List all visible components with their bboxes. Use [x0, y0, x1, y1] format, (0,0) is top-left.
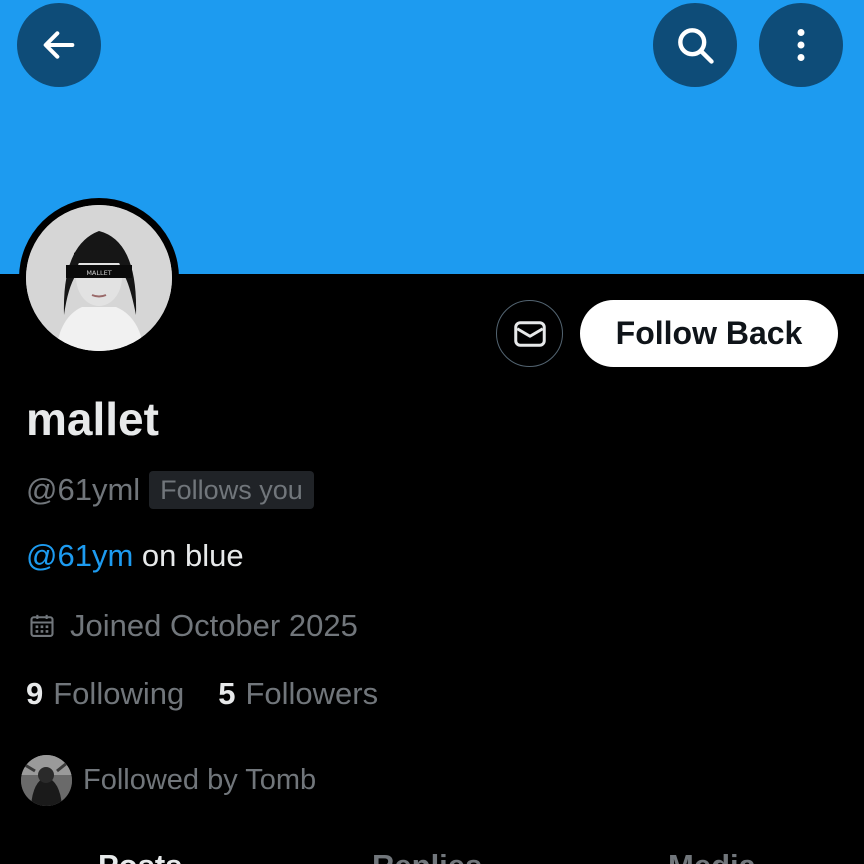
follows-you-badge: Follows you — [149, 471, 314, 509]
avatar[interactable]: MALLET — [26, 205, 172, 351]
followed-by-text: Followed by Tomb — [83, 764, 317, 796]
arrow-left-icon — [43, 31, 75, 59]
more-vertical-icon — [797, 29, 805, 61]
envelope-icon — [513, 320, 546, 347]
svg-text:MALLET: MALLET — [86, 269, 111, 277]
follow-stats: 9 Following 5 Followers — [26, 676, 378, 712]
following-label: Following — [53, 676, 185, 711]
message-button[interactable] — [496, 300, 563, 367]
follower-avatar — [21, 755, 72, 806]
profile-avatar-ring[interactable]: MALLET — [19, 198, 179, 358]
following-link[interactable]: 9 Following — [26, 676, 184, 712]
bio-text: on blue — [133, 538, 244, 573]
search-button[interactable] — [653, 3, 737, 87]
followed-by-row[interactable]: Followed by Tomb — [21, 755, 316, 806]
tab-replies[interactable]: Replies — [372, 848, 482, 864]
profile-tabs: Posts Replies Media — [0, 848, 864, 864]
joined-date-row: Joined October 2025 — [28, 608, 358, 644]
calendar-icon — [30, 614, 54, 637]
back-button[interactable] — [17, 3, 101, 87]
tab-posts[interactable]: Posts — [98, 848, 182, 864]
following-count: 9 — [26, 676, 44, 711]
user-handle: @61yml — [26, 472, 141, 507]
display-name: mallet — [26, 393, 159, 445]
more-options-button[interactable] — [759, 3, 843, 87]
handle-row: @61yml Follows you — [26, 470, 314, 510]
followers-count: 5 — [218, 676, 236, 711]
joined-date: Joined October 2025 — [70, 608, 358, 643]
tab-media[interactable]: Media — [668, 848, 756, 864]
followers-label: Followers — [245, 676, 379, 711]
profile-bio: @61ym on blue — [26, 538, 244, 574]
follow-back-button[interactable]: Follow Back — [580, 300, 838, 367]
followers-link[interactable]: 5 Followers — [218, 676, 378, 712]
avatar-image: MALLET — [26, 205, 172, 351]
bio-mention-link[interactable]: @61ym — [26, 538, 133, 573]
search-icon — [678, 28, 714, 64]
